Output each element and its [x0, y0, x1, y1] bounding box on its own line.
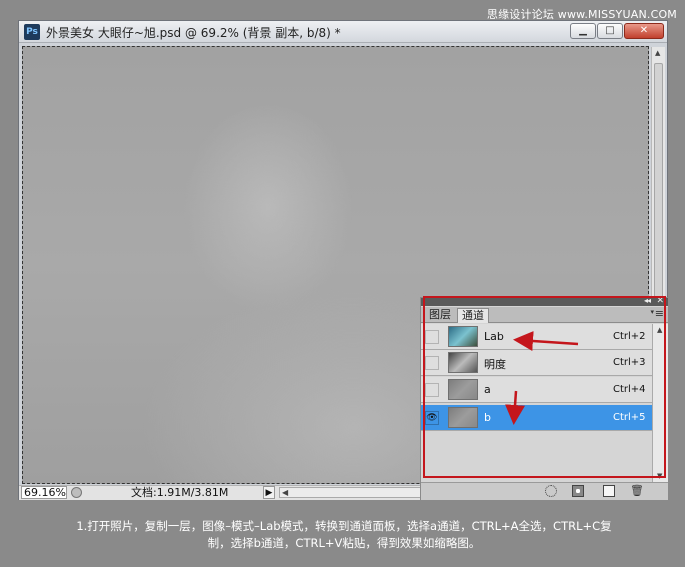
- status-info-icon[interactable]: [71, 487, 82, 498]
- maximize-button[interactable]: □: [597, 23, 623, 39]
- panel-footer: 🗑: [421, 482, 668, 500]
- channel-row-a[interactable]: a Ctrl+4: [421, 377, 652, 403]
- panel-tabs: 图层 通道 ▾ ≡: [421, 307, 668, 323]
- save-selection-icon[interactable]: [572, 485, 584, 497]
- eye-icon[interactable]: 👁: [425, 411, 439, 425]
- collapse-panel-icon[interactable]: ◂◂: [644, 296, 651, 305]
- channel-row-b[interactable]: 👁 b Ctrl+5: [421, 405, 652, 431]
- channel-shortcut: Ctrl+4: [613, 384, 646, 395]
- channel-name: Lab: [484, 330, 504, 343]
- document-size: 文档:1.91M/3.81M: [131, 486, 229, 499]
- load-selection-icon[interactable]: [545, 485, 557, 497]
- channel-name: 明度: [484, 358, 506, 371]
- channel-shortcut: Ctrl+5: [613, 412, 646, 423]
- scroll-up-icon[interactable]: ▲: [657, 326, 662, 334]
- visibility-toggle[interactable]: [425, 356, 439, 370]
- document-title: 外景美女 大眼仔~旭.psd @ 69.2% (背景 副本, b/8) *: [46, 26, 341, 40]
- channel-row-lightness[interactable]: 明度 Ctrl+3: [421, 350, 652, 376]
- horizontal-scrollbar[interactable]: ◀: [279, 487, 429, 498]
- minimize-button[interactable]: ▁: [570, 23, 596, 39]
- scroll-up-icon[interactable]: ▲: [655, 49, 660, 57]
- channel-thumbnail: [448, 407, 478, 428]
- channel-name: a: [484, 383, 491, 396]
- tab-layers[interactable]: 图层: [425, 308, 455, 322]
- new-channel-icon[interactable]: [603, 485, 615, 497]
- close-button[interactable]: ✕: [624, 23, 664, 39]
- caption-line-2: 制，选择b通道，CTRL+V粘贴，得到效果如缩略图。: [207, 536, 481, 550]
- channel-shortcut: Ctrl+2: [613, 331, 646, 342]
- channel-row-lab[interactable]: Lab Ctrl+2: [421, 324, 652, 350]
- channel-name: b: [484, 411, 491, 424]
- channel-thumbnail: [448, 326, 478, 347]
- channel-thumbnail: [448, 379, 478, 400]
- title-bar[interactable]: Ps 外景美女 大眼仔~旭.psd @ 69.2% (背景 副本, b/8) *…: [19, 21, 667, 43]
- visibility-toggle[interactable]: [425, 330, 439, 344]
- scroll-down-icon[interactable]: ▼: [657, 472, 662, 480]
- panel-menu-arrow-icon[interactable]: ▾: [650, 308, 654, 316]
- panel-scrollbar[interactable]: ▲ ▼: [652, 324, 668, 482]
- trash-icon[interactable]: 🗑: [630, 485, 644, 497]
- visibility-toggle[interactable]: [425, 383, 439, 397]
- tab-channels[interactable]: 通道: [457, 308, 489, 323]
- photoshop-logo-icon: Ps: [24, 24, 40, 40]
- close-panel-icon[interactable]: ✕: [656, 296, 664, 306]
- zoom-level-input[interactable]: 69.16%: [21, 486, 67, 499]
- status-menu-arrow-icon[interactable]: ▶: [263, 486, 275, 499]
- caption: 1.打开照片，复制一层，图像–模式–Lab模式，转换到通道面板，选择a通道，CT…: [20, 518, 668, 552]
- caption-line-1: 1.打开照片，复制一层，图像–模式–Lab模式，转换到通道面板，选择a通道，CT…: [76, 519, 612, 533]
- channel-thumbnail: [448, 352, 478, 373]
- channel-shortcut: Ctrl+3: [613, 357, 646, 368]
- channels-panel: ◂◂ ✕ 图层 通道 ▾ ≡ Lab Ctrl+2 明度 Ctrl+3 a Ct…: [420, 296, 669, 501]
- panel-menu-icon[interactable]: ≡: [655, 307, 664, 320]
- panel-header[interactable]: ◂◂ ✕: [421, 296, 668, 306]
